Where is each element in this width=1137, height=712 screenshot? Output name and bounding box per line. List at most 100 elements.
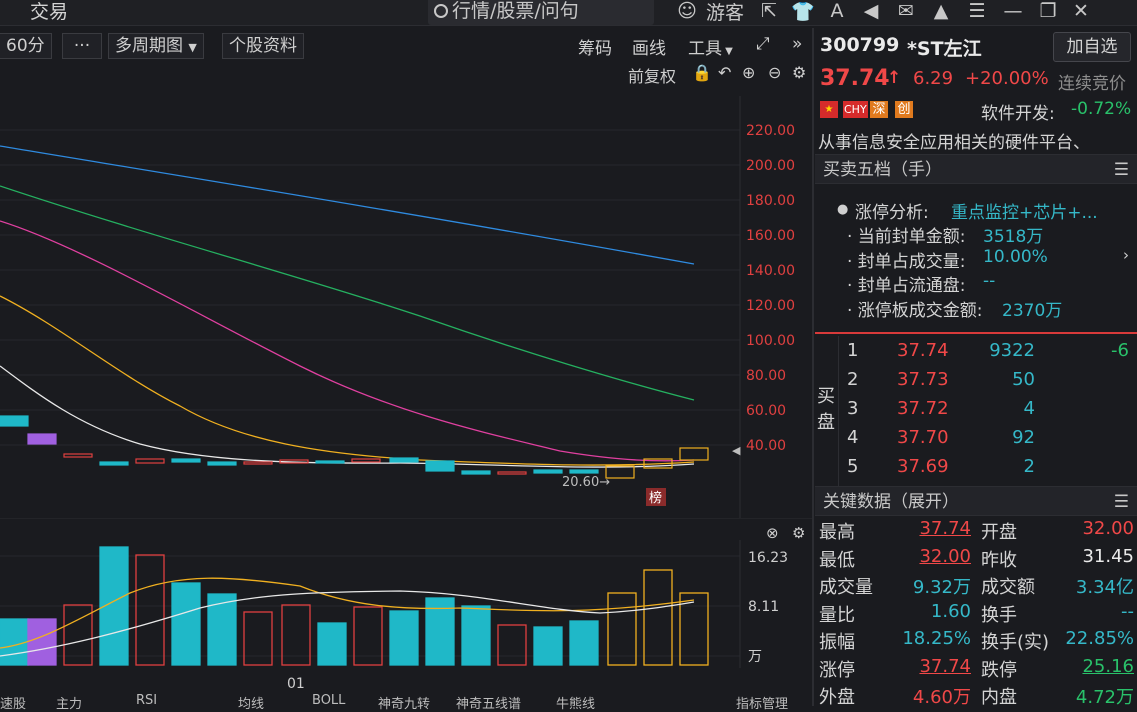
bid-row[interactable]: 4 37.70 92 [839, 427, 1137, 455]
price-tick-label: 180.00 [746, 193, 795, 209]
indicator-settings-icon[interactable]: ⚙ [792, 524, 805, 542]
indicator-tab[interactable]: 牛熊线 [556, 693, 595, 712]
add-watch-button[interactable]: 加自选 [1053, 32, 1131, 62]
multi-period-button[interactable]: 多周期图 ▼ [108, 33, 204, 59]
key-data-header[interactable]: 关键数据（展开） ☰ [815, 486, 1137, 516]
search-input[interactable]: 行情/股票/问句 [428, 0, 654, 25]
key-value: 3.34亿 [1075, 577, 1134, 598]
zoom-in-icon[interactable]: ⊕ [742, 63, 755, 82]
candle [63, 453, 93, 458]
indicator-tab[interactable]: 神奇九转 [378, 693, 430, 712]
menu-icon[interactable]: ☰ [958, 0, 996, 22]
key-data-title: 关键数据（展开） [823, 492, 959, 512]
volume-chart[interactable]: ⊗ ⚙ 16.23 8.11 万 01 [0, 518, 812, 698]
candle [461, 470, 491, 475]
indicator-tab[interactable]: 主力 [56, 693, 82, 712]
draw-button[interactable]: 画线 [632, 34, 666, 59]
volume-bar [643, 569, 673, 666]
sector-name[interactable]: 软件开发: [981, 99, 1055, 124]
bell-icon[interactable]: ▲ [924, 0, 958, 22]
app-title[interactable]: 交易 [30, 0, 68, 24]
external-link-icon[interactable]: ⇱ [752, 0, 786, 22]
up-arrow-icon: ↑ [887, 68, 902, 88]
limit-analysis-value[interactable]: 重点监控+芯片+... [951, 198, 1098, 223]
stock-code: 300799 [820, 34, 900, 56]
indicator-tab[interactable]: 均线 [238, 693, 264, 712]
minimize-icon[interactable]: — [996, 0, 1030, 22]
quote-panel: 300799 *ST左江 加自选 37.74 ↑ 6.29 +20.00% 连续… [815, 28, 1137, 708]
bid-row[interactable]: 5 37.69 2 [839, 456, 1137, 484]
vol-tick-high: 16.23 [748, 550, 788, 566]
key-value: 18.25% [902, 628, 971, 649]
limit-analysis-title: 涨停分析: [855, 203, 929, 223]
tools-button[interactable]: 工具 ▼ [688, 34, 733, 59]
lock-icon[interactable]: 🔒 [692, 63, 712, 82]
price-chart[interactable]: 220.00 200.00 180.00 160.00 140.00 120.00 100.… [0, 96, 812, 518]
close-icon[interactable]: ✕ [1066, 0, 1096, 22]
fullscreen-icon[interactable]: ⤢ [756, 34, 770, 54]
restore-icon[interactable]: ❐ [1030, 0, 1066, 22]
font-size-icon[interactable]: A [820, 0, 854, 22]
stock-name: *ST左江 [907, 38, 982, 60]
expand-icon[interactable]: » [792, 34, 802, 54]
indicator-tab[interactable]: 神奇五线谱 [456, 693, 521, 712]
more-button[interactable]: ··· [62, 33, 102, 59]
price-tick-label: 220.00 [746, 123, 795, 139]
bid-level: 2 [847, 369, 859, 390]
mail-icon[interactable]: ✉ [888, 0, 924, 22]
order-book-header[interactable]: 买卖五档（手） ☰ [815, 154, 1137, 184]
volume-bar [171, 582, 201, 666]
candle [497, 471, 527, 475]
hamburger-icon[interactable]: ☰ [1114, 155, 1129, 185]
key-value: 22.85% [1065, 628, 1134, 649]
multi-period-label: 多周期图 [115, 36, 183, 56]
stock-info-button[interactable]: 个股资料 [222, 33, 304, 59]
bid-book: 买 盘 1 37.74 9322 -6 2 37.73 50 3 37.72 4 4 37.70 92 5… [815, 336, 1137, 486]
bid-row[interactable]: 3 37.72 4 [839, 398, 1137, 426]
price-change: 6.29 [913, 68, 954, 89]
close-indicator-icon[interactable]: ⊗ [766, 524, 779, 542]
key-label: 成交额 [981, 577, 1035, 598]
ma-lines [0, 145, 695, 468]
adjust-label[interactable]: 前复权 [628, 63, 676, 87]
limit-value: 2370万 [1002, 300, 1063, 321]
key-value: -- [1121, 600, 1134, 622]
price-y-axis: 220.00 200.00 180.00 160.00 140.00 120.00 100.… [746, 123, 795, 454]
bid-price: 37.70 [897, 427, 949, 448]
key-value: 9.32万 [912, 577, 971, 598]
current-price-marker: ◀ [732, 444, 741, 457]
search-placeholder: 行情/股票/问句 [452, 0, 579, 22]
bid-row[interactable]: 2 37.73 50 [839, 369, 1137, 397]
ma-line [0, 185, 695, 401]
vol-tick-unit: 万 [748, 649, 762, 665]
bid-price: 37.69 [897, 456, 949, 477]
key-value: 32.00 [919, 545, 971, 567]
speaker-icon[interactable]: ◀ [854, 0, 888, 22]
shirt-icon[interactable]: 👕 [786, 0, 820, 23]
settings-icon[interactable]: ⚙ [792, 63, 806, 82]
hamburger-icon[interactable]: ☰ [1114, 487, 1129, 517]
bid-volume: 2 [1023, 456, 1035, 477]
chips-button[interactable]: 筹码 [578, 34, 612, 59]
chevron-right-icon[interactable]: › [1123, 246, 1129, 264]
bid-row[interactable]: 1 37.74 9322 -6 [839, 340, 1137, 368]
price-row: 37.74 ↑ 6.29 +20.00% 连续竞价 [815, 66, 1137, 96]
zoom-out-icon[interactable]: ⊖ [768, 63, 781, 82]
company-desc[interactable]: 从事信息安全应用相关的硬件平台、 [815, 126, 1137, 152]
bid-level: 1 [847, 340, 859, 361]
china-flag-icon: ★ [820, 101, 838, 118]
indicator-tab[interactable]: 速股 [0, 693, 26, 712]
volume-bar [243, 611, 273, 666]
price-tick-label: 120.00 [746, 298, 795, 314]
limit-value: -- [983, 271, 996, 291]
user-icon[interactable]: ☺ [676, 0, 698, 22]
candle [207, 461, 237, 466]
indicator-tab[interactable]: 指标管理 [736, 693, 788, 712]
candle [243, 461, 273, 465]
period-button[interactable]: 60分 [0, 33, 52, 59]
key-label: 外盘 [819, 687, 855, 708]
undo-icon[interactable]: ↶ [718, 63, 731, 82]
key-label: 振幅 [819, 632, 855, 653]
bid-level: 4 [847, 427, 859, 448]
guest-label[interactable]: 游客 [698, 0, 752, 25]
